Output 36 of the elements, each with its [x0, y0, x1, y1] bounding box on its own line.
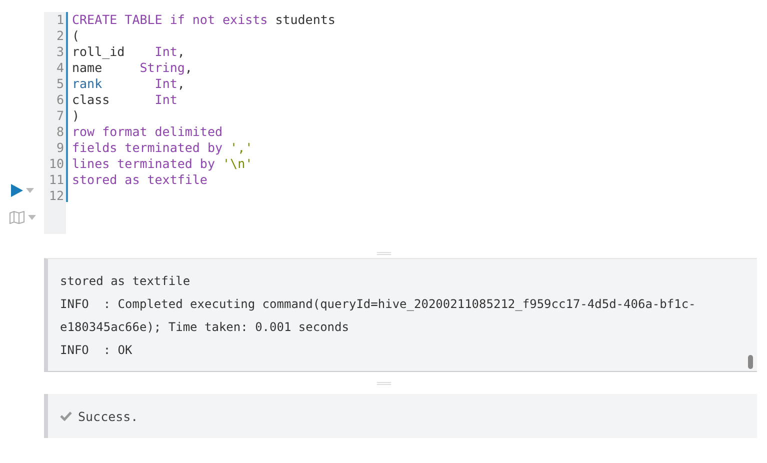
- line-number: 7: [55, 108, 65, 124]
- code-line: lines terminated by '\n': [72, 156, 253, 171]
- line-number: 12: [48, 188, 65, 204]
- code-line: name String,: [72, 60, 192, 75]
- status-message: Success.: [78, 408, 138, 424]
- code-line: stored as textfile: [72, 172, 208, 187]
- code-line: CREATE TABLE if not exists students: [72, 12, 336, 27]
- resize-handle[interactable]: [376, 252, 390, 255]
- line-number: 8: [55, 124, 65, 140]
- scrollbar-thumb[interactable]: [748, 355, 753, 369]
- code-line: roll_id Int,: [72, 44, 185, 59]
- line-number: 9: [55, 140, 65, 156]
- line-number: 11: [48, 172, 65, 188]
- line-number: 5: [55, 76, 65, 92]
- code-line: ): [72, 108, 80, 123]
- line-number: 6: [55, 92, 65, 108]
- line-number: 3: [55, 44, 65, 60]
- code-line: (: [72, 28, 80, 43]
- log-line: INFO : Completed executing command(queryId=hive_20200211085212_f959cc17-4d5d-406a-bf1c-: [60, 297, 696, 311]
- line-number: 10: [48, 156, 65, 172]
- code-line: fields terminated by ',': [72, 140, 253, 155]
- code-line: row format delimited: [72, 124, 223, 139]
- log-line: e180345ac66e); Time taken: 0.001 seconds: [60, 320, 349, 334]
- log-line: stored as textfile: [60, 274, 190, 288]
- line-number: 1: [55, 12, 65, 28]
- check-icon: [60, 411, 72, 421]
- caret-icon[interactable]: [26, 188, 34, 193]
- resize-handle[interactable]: [376, 382, 390, 385]
- code-line: rank Int,: [72, 76, 185, 91]
- line-number: 2: [55, 28, 65, 44]
- line-number: 4: [55, 60, 65, 76]
- caret-icon[interactable]: [28, 215, 36, 220]
- map-icon[interactable]: [8, 211, 24, 224]
- run-icon[interactable]: [10, 184, 22, 197]
- log-line: INFO : OK: [60, 343, 132, 357]
- code-line: class Int: [72, 92, 178, 107]
